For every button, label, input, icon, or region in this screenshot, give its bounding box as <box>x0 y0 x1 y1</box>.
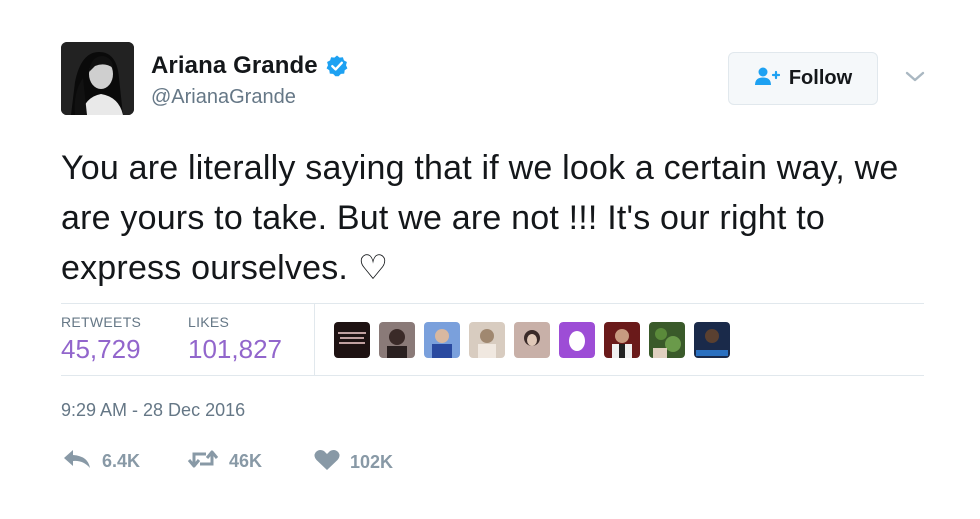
author-name[interactable]: Ariana Grande <box>151 52 318 80</box>
heart-icon <box>313 448 341 477</box>
liker-avatar-egg-icon[interactable] <box>559 322 595 358</box>
author-avatar[interactable] <box>61 42 134 115</box>
retweets-stat[interactable]: RETWEETS 45,729 <box>61 314 141 365</box>
follow-button[interactable]: Follow <box>728 52 878 105</box>
retweets-value: 45,729 <box>61 334 141 364</box>
verified-badge-icon <box>325 54 349 78</box>
chevron-down-icon <box>904 71 926 88</box>
liker-avatar-8-icon[interactable] <box>649 322 685 358</box>
stats-separator <box>314 304 315 375</box>
retweets-label: RETWEETS <box>61 314 142 330</box>
stats-top-divider <box>61 303 924 304</box>
add-user-icon <box>754 66 780 92</box>
liker-avatar-5-icon[interactable] <box>514 322 550 358</box>
liker-avatar-3-icon[interactable] <box>424 322 460 358</box>
liker-avatar-9-icon[interactable] <box>694 322 730 358</box>
tweet-menu-button[interactable] <box>904 70 926 89</box>
like-button[interactable]: 102K <box>313 448 393 477</box>
liker-avatar-1-icon[interactable] <box>334 322 370 358</box>
retweet-count: 46K <box>229 451 263 471</box>
follow-button-label: Follow <box>788 67 853 89</box>
like-count: 102K <box>350 452 394 472</box>
author-handle[interactable]: @ArianaGrande <box>151 86 296 109</box>
reply-button[interactable]: 6.4K <box>61 448 140 475</box>
liker-avatar-4-icon[interactable] <box>469 322 505 358</box>
likes-stat[interactable]: LIKES 101,827 <box>188 314 282 365</box>
retweet-icon <box>186 448 220 475</box>
likes-value: 101,827 <box>188 334 282 364</box>
tweet-text: You are literally saying that if we look… <box>61 149 899 287</box>
liker-avatars <box>334 322 730 358</box>
profile-photo-icon <box>61 42 134 115</box>
reply-count: 6.4K <box>102 451 141 471</box>
reply-icon <box>61 448 93 475</box>
liker-avatar-2-icon[interactable] <box>379 322 415 358</box>
stats-bottom-divider <box>61 375 924 376</box>
tweet-timestamp[interactable]: 9:29 AM - 28 Dec 2016 <box>61 400 245 421</box>
retweet-button[interactable]: 46K <box>186 448 262 475</box>
author-name-row: Ariana Grande <box>151 52 349 80</box>
liker-avatar-7-icon[interactable] <box>604 322 640 358</box>
likes-label: LIKES <box>188 314 230 330</box>
